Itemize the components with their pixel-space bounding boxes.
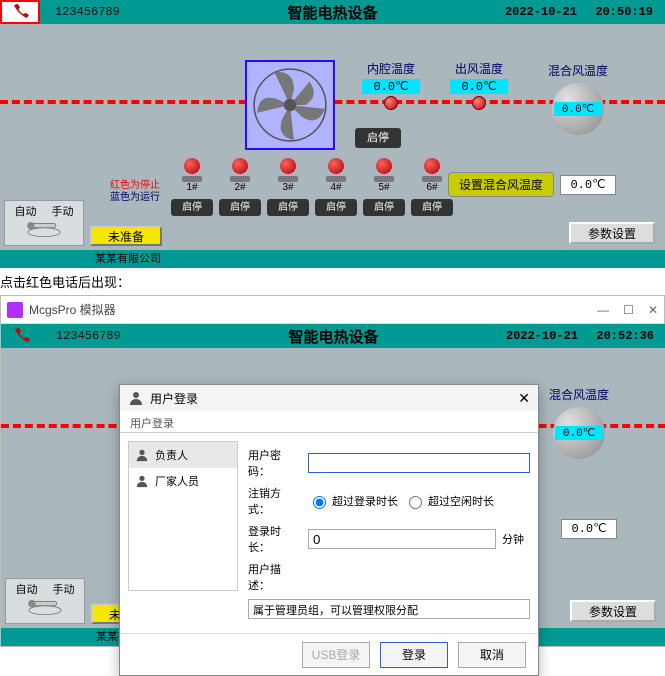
window-titlebar: McgsPro 模拟器 — ☐ ✕ <box>1 296 664 324</box>
mix-temp-group: 混合风温度 0.0℃ <box>549 386 609 463</box>
set-mix-temp: 设置混合风温度 0.0℃ <box>448 172 616 197</box>
fan-icon <box>245 60 335 150</box>
date-label: 2022-10-21 <box>505 5 577 19</box>
out-temp-group: 出风温度 0.0℃ <box>450 60 508 110</box>
out-temp-label: 出风温度 <box>450 60 508 77</box>
heater-5-button[interactable]: 启停 <box>363 199 405 216</box>
lamp-icon <box>422 158 442 182</box>
phone-icon[interactable] <box>1 324 41 348</box>
heater-5: 5# 启停 <box>360 158 408 216</box>
fan-start-stop-button[interactable]: 启停 <box>355 128 401 148</box>
duration-unit: 分钟 <box>502 531 530 547</box>
out-temp-value: 0.0℃ <box>450 79 508 94</box>
lamp-icon <box>278 158 298 182</box>
dialog-titlebar: 用户登录 ✕ <box>120 385 538 411</box>
heater-1-button[interactable]: 启停 <box>171 199 213 216</box>
mode-selector[interactable]: 自动 手动 <box>4 200 84 246</box>
mix-temp-gauge: 0.0℃ <box>553 407 605 459</box>
mode-manual-label[interactable]: 手动 <box>53 581 75 597</box>
mix-temp-gauge: 0.0℃ <box>552 83 604 135</box>
switch-icon <box>8 597 82 622</box>
footer-company: 某某有限公司 <box>0 250 665 268</box>
login-dialog: 用户登录 ✕ 用户登录 负责人 厂家人员 <box>119 384 539 676</box>
mix-temp-value: 0.0℃ <box>555 426 603 440</box>
mode-manual-label[interactable]: 手动 <box>52 203 74 219</box>
heater-3-button[interactable]: 启停 <box>267 199 309 216</box>
inner-temp-label: 内腔温度 <box>362 60 420 77</box>
mode-selector[interactable]: 自动 手动 <box>5 578 85 624</box>
user-icon <box>128 390 144 406</box>
lamp-icon <box>374 158 394 182</box>
phone-number: 123456789 <box>55 5 120 19</box>
logout-opt-duration[interactable]: 超过登录时长 <box>308 493 398 509</box>
app-logo-icon <box>7 302 23 318</box>
duration-label: 登录时长： <box>248 523 302 555</box>
window-close-icon[interactable]: ✕ <box>648 303 658 317</box>
mix-temp-group: 混合风温度 0.0℃ <box>548 62 608 139</box>
phone-number: 123456789 <box>56 329 121 343</box>
mix-temp-value: 0.0℃ <box>554 102 602 116</box>
logout-opt-idle[interactable]: 超过空闲时长 <box>404 493 494 509</box>
inner-temp-led <box>384 96 398 110</box>
user-desc-value: 属于管理员组，可以管理权限分配 <box>248 599 530 619</box>
window-title: McgsPro 模拟器 <box>29 301 116 318</box>
app-title: 智能电热设备 <box>288 326 378 347</box>
out-temp-led <box>472 96 486 110</box>
role-item-owner[interactable]: 负责人 <box>129 442 237 468</box>
usb-login-button[interactable]: USB登录 <box>302 642 370 668</box>
switch-icon <box>7 219 81 244</box>
param-settings-button[interactable]: 参数设置 <box>570 600 656 622</box>
mix-temp-label: 混合风温度 <box>548 62 608 79</box>
heater-4: 4# 启停 <box>312 158 360 216</box>
date-label: 2022-10-21 <box>506 329 578 343</box>
heater-4-button[interactable]: 启停 <box>315 199 357 216</box>
dialog-subtitle: 用户登录 <box>120 411 538 433</box>
window-maximize-icon[interactable]: ☐ <box>623 303 634 317</box>
dialog-title: 用户登录 <box>150 390 198 407</box>
lamp-icon <box>182 158 202 182</box>
status-pill: 未准备 <box>90 226 162 246</box>
login-button[interactable]: 登录 <box>380 642 448 668</box>
app-title: 智能电热设备 <box>287 2 377 23</box>
time-label: 20:50:19 <box>595 5 653 19</box>
set-mix-temp-input[interactable]: 0.0℃ <box>561 519 617 539</box>
cancel-button[interactable]: 取消 <box>458 642 526 668</box>
heater-3: 3# 启停 <box>264 158 312 216</box>
time-label: 20:52:36 <box>596 329 654 343</box>
caption-text: 点击红色电话后出现： <box>0 268 665 295</box>
inner-temp-group: 内腔温度 0.0℃ <box>362 60 420 110</box>
top-bar: 123456789 智能电热设备 2022-10-21 20:52:36 <box>1 324 665 348</box>
heater-6-button[interactable]: 启停 <box>411 199 453 216</box>
mode-auto-label[interactable]: 自动 <box>15 203 37 219</box>
top-bar: 123456789 智能电热设备 2022-10-21 20:50:19 <box>0 0 665 24</box>
duration-input[interactable] <box>308 529 496 549</box>
mode-auto-label[interactable]: 自动 <box>16 581 38 597</box>
inner-temp-value: 0.0℃ <box>362 79 420 94</box>
password-input[interactable] <box>308 453 530 473</box>
set-mix-temp-input[interactable]: 0.0℃ <box>560 175 616 195</box>
heater-1: 1# 启停 <box>168 158 216 216</box>
role-list[interactable]: 负责人 厂家人员 <box>128 441 238 591</box>
role-item-factory[interactable]: 厂家人员 <box>129 468 237 494</box>
heater-2: 2# 启停 <box>216 158 264 216</box>
heater-2-button[interactable]: 启停 <box>219 199 261 216</box>
password-label: 用户密码： <box>248 447 302 479</box>
set-mix-temp-label: 设置混合风温度 <box>448 172 554 197</box>
dialog-close-icon[interactable]: ✕ <box>518 390 530 407</box>
logout-mode-label: 注销方式： <box>248 485 302 517</box>
phone-icon[interactable] <box>0 0 40 24</box>
mix-temp-label: 混合风温度 <box>549 386 609 403</box>
person-icon <box>135 474 149 488</box>
window-minimize-icon[interactable]: — <box>597 303 609 317</box>
person-icon <box>135 448 149 462</box>
lamp-icon <box>230 158 250 182</box>
user-desc-label: 用户描述： <box>248 561 302 593</box>
param-settings-button[interactable]: 参数设置 <box>569 222 655 244</box>
lamp-icon <box>326 158 346 182</box>
